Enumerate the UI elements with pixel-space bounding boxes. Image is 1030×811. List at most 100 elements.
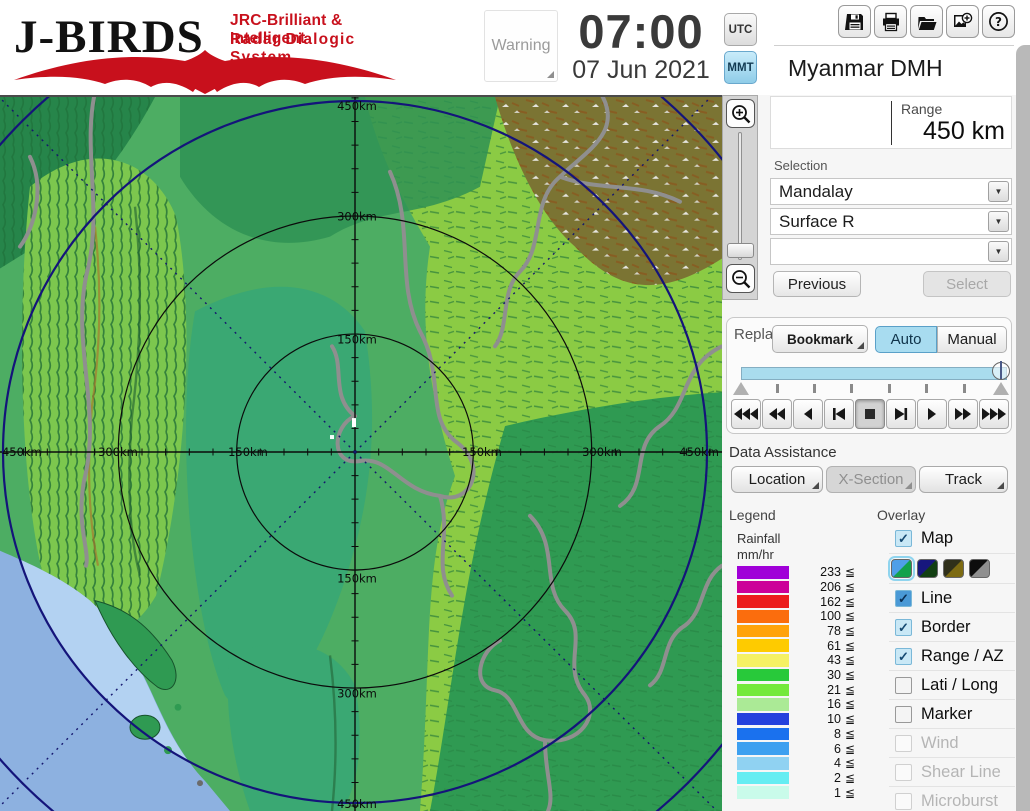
slider-end-marker[interactable] — [993, 382, 1009, 395]
legend-value: 206 — [820, 579, 841, 594]
step-back-icon — [833, 408, 845, 420]
checkbox: ✓ — [895, 589, 912, 607]
legend-title: Rainfall — [737, 531, 781, 546]
x-section-button[interactable]: X-Section — [826, 466, 916, 493]
radar-marker — [352, 418, 356, 428]
rewind-button[interactable] — [762, 399, 792, 429]
legend-lte-symbol: ≦ — [845, 726, 856, 741]
overlay-item-line[interactable]: ✓ Line — [889, 583, 1015, 612]
checkbox — [895, 734, 912, 752]
overlay-item-range-az[interactable]: ✓ Range / AZ — [889, 641, 1015, 670]
legend-row: 10 ≦ — [737, 712, 855, 726]
overlay-item-label: Map — [921, 529, 954, 547]
checkbox — [895, 705, 912, 723]
legend-lte-symbol: ≦ — [845, 668, 856, 683]
overlay-item-marker[interactable]: Marker — [889, 699, 1015, 728]
overlay-item-map[interactable]: ✓ Map — [889, 524, 1015, 553]
utc-toggle-button[interactable]: UTC — [724, 13, 757, 46]
map-style-swatch-olive[interactable] — [943, 559, 964, 578]
legend-lte-symbol: ≦ — [845, 741, 856, 756]
zoom-slider-handle[interactable] — [727, 243, 754, 258]
eagle-icon — [14, 50, 396, 94]
replay-slider-handle[interactable] — [992, 361, 1010, 380]
zoom-in-button[interactable] — [726, 99, 755, 128]
forward-button[interactable] — [948, 399, 978, 429]
overlay-item-label: Line — [921, 588, 953, 607]
play-back-button[interactable] — [793, 399, 823, 429]
map-style-swatch-gray[interactable] — [969, 559, 990, 578]
slider-tick — [813, 384, 816, 393]
save-button[interactable] — [838, 5, 871, 38]
step-back-button[interactable] — [824, 399, 854, 429]
add-image-button[interactable] — [946, 5, 979, 38]
legend-color-swatch — [737, 566, 789, 579]
print-button[interactable] — [874, 5, 907, 38]
save-icon — [844, 13, 863, 30]
location-button[interactable]: Location — [731, 466, 823, 493]
checkbox: ✓ — [895, 647, 912, 665]
play-button[interactable] — [917, 399, 947, 429]
panel-edge-handle[interactable] — [1016, 45, 1030, 811]
auto-button[interactable]: Auto — [875, 326, 937, 353]
range-label-s-450: 450km — [337, 797, 377, 811]
legend-color-swatch — [737, 756, 789, 770]
stop-button[interactable] — [855, 399, 885, 429]
data-assistance-label: Data Assistance — [729, 444, 837, 461]
legend-lte-symbol: ≦ — [845, 785, 856, 800]
print-icon — [882, 12, 899, 31]
legend-color-swatch — [737, 639, 789, 653]
open-folder-button[interactable] — [910, 5, 943, 38]
legend-row: 1 ≦ — [737, 785, 856, 800]
slider-start-marker[interactable] — [733, 382, 749, 395]
range-label-e-150: 150km — [462, 445, 502, 459]
replay-slider-track[interactable] — [741, 367, 1007, 380]
range-label-n-300: 300km — [337, 210, 377, 224]
help-button[interactable]: ? — [982, 5, 1015, 38]
previous-button[interactable]: Previous — [773, 271, 861, 297]
mmt-toggle-button[interactable]: MMT — [724, 51, 757, 84]
step-forward-button[interactable] — [886, 399, 916, 429]
selection-label: Selection — [774, 158, 828, 173]
warning-button[interactable]: Warning — [484, 10, 558, 82]
radar-map[interactable]: 450km 300km 150km 150km 300km 450km 450k… — [0, 95, 722, 811]
chevron-down-icon[interactable]: ▼ — [988, 211, 1009, 232]
chevron-down-icon[interactable]: ▼ — [988, 181, 1009, 202]
legend-color-swatch — [737, 654, 789, 667]
legend-row: 61 ≦ — [737, 638, 855, 653]
extra-dropdown[interactable]: ▼ — [770, 238, 1012, 265]
track-button[interactable]: Track — [919, 466, 1008, 493]
rewind-fast-button[interactable] — [731, 399, 761, 429]
legend-color-swatch — [737, 712, 789, 726]
legend-color-swatch — [737, 624, 789, 638]
legend-row: 2 ≦ — [737, 771, 855, 785]
legend-lte-symbol: ≦ — [845, 609, 856, 624]
overlay-item-border[interactable]: ✓ Border — [889, 612, 1015, 641]
select-button[interactable]: Select — [923, 271, 1011, 297]
zoom-out-button[interactable] — [726, 264, 755, 293]
legend-row: 233 ≦ — [737, 565, 855, 579]
station-name: Myanmar DMH — [788, 55, 943, 81]
legend-lte-symbol: ≦ — [845, 579, 856, 594]
legend-lte-symbol: ≦ — [845, 682, 856, 697]
map-style-swatch-navy-green[interactable] — [917, 559, 938, 578]
manual-button[interactable]: Manual — [937, 326, 1007, 353]
chevron-down-icon[interactable]: ▼ — [988, 241, 1009, 262]
overlay-item-lati-long[interactable]: Lati / Long — [889, 670, 1015, 699]
legend-value: 100 — [820, 609, 841, 624]
legend-value: 16 — [827, 697, 841, 712]
legend-color-swatch — [737, 786, 789, 799]
map-style-swatch-blue-green[interactable] — [888, 556, 915, 581]
overlay-item-wind: Wind — [889, 728, 1015, 757]
forward-fast-button[interactable] — [979, 399, 1009, 429]
bookmark-button[interactable]: Bookmark — [772, 325, 868, 353]
legend-value: 30 — [827, 668, 841, 683]
product-dropdown[interactable]: Surface R ▼ — [770, 208, 1012, 235]
legend-value: 4 — [834, 756, 841, 771]
site-dropdown[interactable]: Mandalay ▼ — [770, 178, 1012, 205]
rewind-icon — [769, 408, 785, 420]
legend-value: 61 — [827, 638, 841, 653]
clock-date: 07 Jun 2021 — [572, 56, 710, 84]
legend-row: 21 ≦ — [737, 682, 856, 697]
zoom-slider-track[interactable] — [738, 132, 742, 260]
radar-site-dot — [330, 435, 334, 440]
